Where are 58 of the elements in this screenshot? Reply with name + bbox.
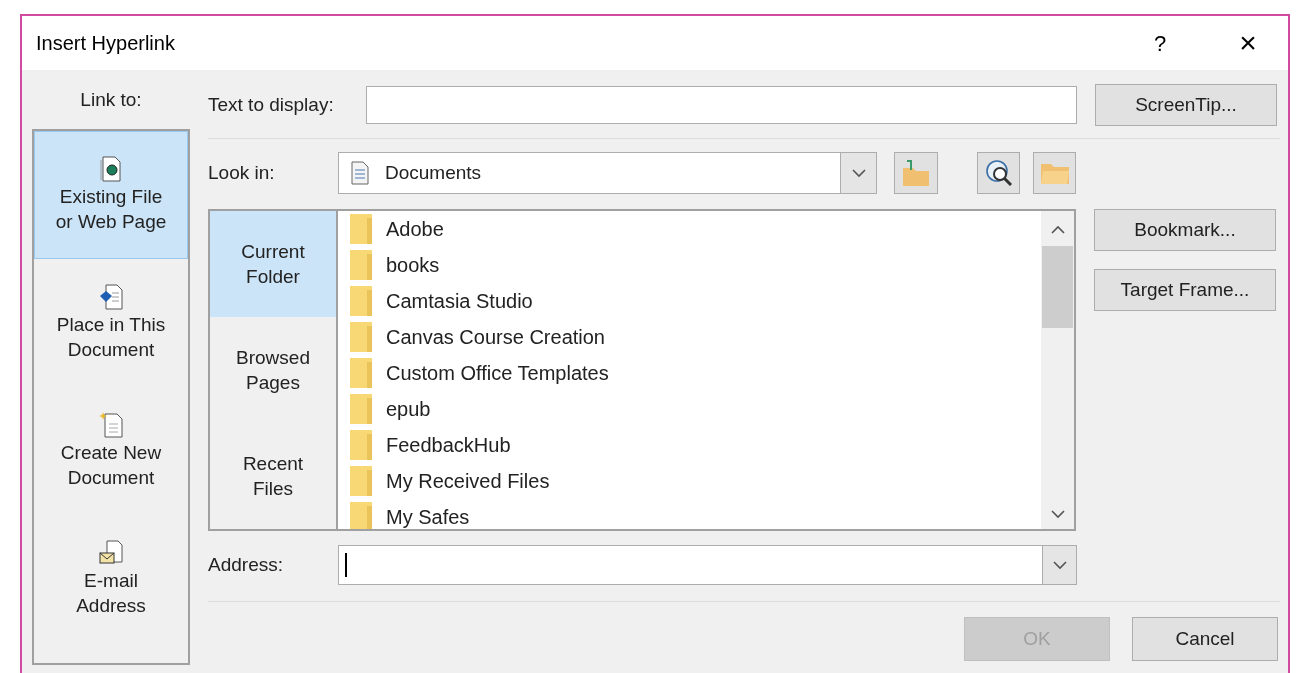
help-button[interactable]: ? (1140, 26, 1180, 60)
dialog-button[interactable]: Target Frame... (1094, 269, 1276, 311)
close-button[interactable]: × (1228, 28, 1268, 58)
folder-icon (350, 214, 372, 244)
folder-icon (350, 430, 372, 460)
window-title: Insert Hyperlink (36, 31, 176, 56)
folder-icon (350, 250, 372, 280)
folder-row[interactable]: Custom Office Templates (338, 355, 1041, 391)
browse-web-button[interactable] (977, 152, 1020, 194)
link-type-item[interactable]: E-mail Address (34, 514, 188, 643)
folder-icon (350, 502, 372, 529)
look-in-dropdown[interactable]: Documents (338, 152, 877, 194)
browse-nav-item[interactable]: Current Folder (210, 211, 336, 317)
browse-nav-item[interactable]: Recent Files (210, 423, 336, 529)
dialog-button[interactable]: Cancel (1132, 617, 1278, 661)
folder-row[interactable]: books (338, 247, 1041, 283)
chevron-down-icon (1052, 560, 1067, 570)
scrollbar[interactable] (1041, 211, 1074, 529)
folder-row[interactable]: epub (338, 391, 1041, 427)
document-icon (351, 161, 369, 185)
dropdown-button[interactable] (1042, 546, 1076, 584)
address-field[interactable] (338, 545, 1077, 585)
folder-arrow-icon (901, 158, 931, 188)
browse-nav-item[interactable]: Browsed Pages (210, 317, 336, 423)
chevron-down-icon (851, 168, 866, 178)
dropdown-button[interactable] (840, 153, 876, 193)
folder-row[interactable]: My Received Files (338, 463, 1041, 499)
browse-file-button[interactable] (1033, 152, 1076, 194)
globe-search-icon (983, 158, 1014, 188)
new-document-icon (99, 411, 123, 438)
document-envelope-icon (99, 539, 123, 566)
link-type-item[interactable]: Existing File or Web Page (34, 130, 188, 259)
folder-icon (350, 322, 372, 352)
field-label: Look in: (208, 160, 276, 185)
link-type-item[interactable]: Create New Document (34, 386, 188, 515)
dialog-button[interactable]: ScreenTip... (1095, 84, 1277, 126)
field-label: Address: (208, 552, 284, 577)
field-label: Text to display: (208, 92, 335, 117)
scrollbar-thumb[interactable] (1042, 246, 1073, 328)
dialog-button[interactable]: Bookmark... (1094, 209, 1276, 251)
look-in-value: Documents (385, 160, 483, 185)
folder-icon (350, 358, 372, 388)
folder-icon (350, 466, 372, 496)
folder-row[interactable]: Adobe (338, 211, 1041, 247)
folder-row[interactable]: My Safes (338, 499, 1041, 529)
link-to-label: Link to: (79, 88, 143, 112)
text-to-display-field[interactable] (366, 86, 1077, 124)
chevron-down-icon (1050, 510, 1065, 519)
folder-row[interactable]: Camtasia Studio (338, 283, 1041, 319)
link-type-item[interactable]: Place in This Document (34, 258, 188, 387)
folder-up-button[interactable] (894, 152, 938, 194)
document-bookmark-icon (99, 283, 123, 310)
document-globe-icon (100, 155, 122, 182)
folder-row[interactable]: Canvas Course Creation (338, 319, 1041, 355)
folder-icon (350, 394, 372, 424)
chevron-up-icon[interactable] (1050, 225, 1065, 234)
folder-row[interactable]: FeedbackHub (338, 427, 1041, 463)
folder-icon (350, 286, 372, 316)
